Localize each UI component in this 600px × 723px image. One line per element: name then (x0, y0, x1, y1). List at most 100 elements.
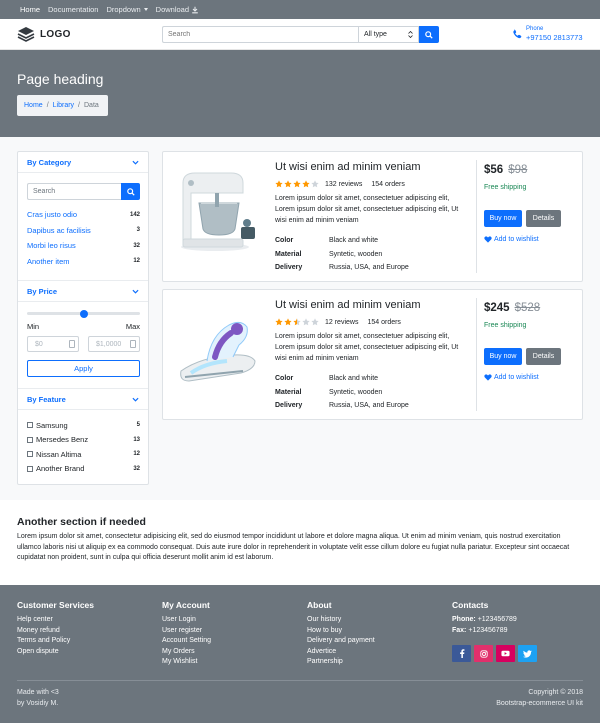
details-button[interactable]: Details (526, 348, 561, 365)
nav-documentation[interactable]: Documentation (48, 5, 98, 14)
youtube-button[interactable] (496, 645, 515, 662)
search-input[interactable] (162, 26, 358, 43)
star-icon (293, 180, 301, 188)
footer-link[interactable]: User register (162, 626, 211, 637)
price-range-slider[interactable] (27, 309, 140, 318)
feature-checkbox[interactable] (27, 422, 33, 429)
footer-link[interactable]: Delivery and payment (307, 636, 375, 647)
feature-checkbox[interactable] (27, 465, 33, 472)
feature-checkbox[interactable] (27, 451, 33, 458)
search-button[interactable] (419, 26, 439, 43)
footer-heading: Contacts (452, 600, 489, 610)
category-item[interactable]: Dapibus ac facilisis 3 (27, 223, 140, 239)
spinner-icon (130, 340, 136, 348)
shipping-info: Free shipping (484, 184, 527, 191)
feature-count: 32 (133, 465, 140, 472)
feature-item[interactable]: Mersedes Benz 13 (27, 433, 140, 448)
card-divider (476, 160, 477, 273)
current-price: $56 (484, 164, 504, 176)
nav-dropdown[interactable]: Dropdown (106, 5, 148, 14)
add-to-wishlist-link[interactable]: Add to wishlist (484, 236, 539, 243)
breadcrumb-current: Data (84, 102, 99, 109)
footer-link[interactable]: Help center (17, 615, 94, 626)
footer-link[interactable]: Account Setting (162, 636, 211, 647)
footer-link[interactable]: Money refund (17, 626, 94, 637)
details-button[interactable]: Details (526, 210, 561, 227)
header-search: All type (162, 26, 439, 43)
product-rating: 132 reviews 154 orders (275, 180, 405, 188)
product-image[interactable] (171, 163, 263, 255)
footer-link[interactable]: Our history (307, 615, 375, 626)
category-search-input[interactable]: Search (27, 183, 121, 200)
select-arrows-icon (408, 31, 413, 38)
footer-link[interactable]: Advertice (307, 647, 375, 658)
product-card: Ut wisi enim ad minim veniam 132 reviews… (162, 151, 583, 282)
footer-link[interactable]: Terms and Policy (17, 636, 94, 647)
filter-category-header[interactable]: By Category (18, 152, 148, 173)
rating-stars (275, 318, 320, 326)
star-icon (311, 180, 319, 188)
category-item[interactable]: Another item 12 (27, 254, 140, 270)
page-title: Page heading (17, 71, 104, 87)
star-icon (293, 318, 301, 326)
product-image[interactable] (171, 301, 263, 393)
max-price-input[interactable]: $1,0000 (88, 336, 140, 352)
category-name: Cras justo odio (27, 210, 78, 220)
instagram-button[interactable] (474, 645, 493, 662)
feature-item[interactable]: Another Brand 32 (27, 462, 140, 477)
nav-home[interactable]: Home (20, 5, 40, 14)
category-item[interactable]: Cras justo odio 142 (27, 207, 140, 223)
buy-now-button[interactable]: Buy now (484, 210, 522, 227)
star-icon (311, 318, 319, 326)
facebook-button[interactable] (452, 645, 471, 662)
slider-handle[interactable] (79, 309, 88, 318)
spinner-icon (69, 340, 75, 348)
header-phone[interactable]: Phone +97150 2813773 (512, 26, 583, 42)
footer-link[interactable]: How to buy (307, 626, 375, 637)
type-select[interactable]: All type (358, 26, 419, 43)
min-price-input[interactable]: $0 (27, 336, 79, 352)
product-description: Lorem ipsum dolor sit amet, consectetuer… (275, 333, 459, 362)
fax-value: +123456789 (468, 626, 508, 634)
category-count: 12 (133, 258, 140, 265)
max-price-placeholder: $1,0000 (96, 340, 122, 348)
category-name: Dapibus ac facilisis (27, 225, 91, 235)
buy-now-button[interactable]: Buy now (484, 348, 522, 365)
spec-value: Black and white (329, 375, 379, 383)
star-icon (275, 318, 283, 326)
footer-link[interactable]: User Login (162, 615, 211, 626)
feature-item[interactable]: Nissan Altima 12 (27, 447, 140, 462)
category-item[interactable]: Morbi leo risus 32 (27, 238, 140, 254)
logo[interactable]: LOGO (17, 26, 71, 42)
footer-link[interactable]: My Wishlist (162, 657, 211, 668)
min-label: Min (27, 322, 40, 331)
add-to-wishlist-link[interactable]: Add to wishlist (484, 374, 539, 381)
nav-download[interactable]: Download (156, 5, 199, 14)
youtube-icon (501, 650, 510, 657)
instagram-icon (479, 649, 488, 658)
max-label: Max (125, 322, 140, 331)
phone-number: +97150 2813773 (526, 33, 583, 42)
breadcrumb-library[interactable]: Library (53, 102, 74, 109)
star-icon (302, 180, 310, 188)
nav-download-label: Download (155, 5, 190, 14)
caret-down-icon (143, 8, 148, 11)
filter-price-header[interactable]: By Price (18, 281, 148, 302)
fax-label: Fax: (452, 626, 467, 634)
category-name: Another item (27, 256, 70, 266)
twitter-button[interactable] (518, 645, 537, 662)
filter-feature-header[interactable]: By Feature (18, 389, 148, 410)
footer-link[interactable]: My Orders (162, 647, 211, 658)
footer-link[interactable]: Partnership (307, 657, 375, 668)
feature-name: Samsung (36, 420, 68, 430)
category-search-button[interactable] (121, 183, 140, 200)
apply-button[interactable]: Apply (27, 360, 140, 377)
spec-value: Russia, USA, and Europe (329, 264, 409, 272)
breadcrumb-home[interactable]: Home (24, 102, 43, 109)
product-title[interactable]: Ut wisi enim ad minim veniam (275, 299, 420, 311)
feature-checkbox[interactable] (27, 436, 33, 443)
product-title[interactable]: Ut wisi enim ad minim veniam (275, 161, 420, 173)
footer-link[interactable]: Open dispute (17, 647, 94, 658)
wishlist-label: Add to wishlist (494, 374, 539, 381)
feature-item[interactable]: Samsung 5 (27, 418, 140, 433)
